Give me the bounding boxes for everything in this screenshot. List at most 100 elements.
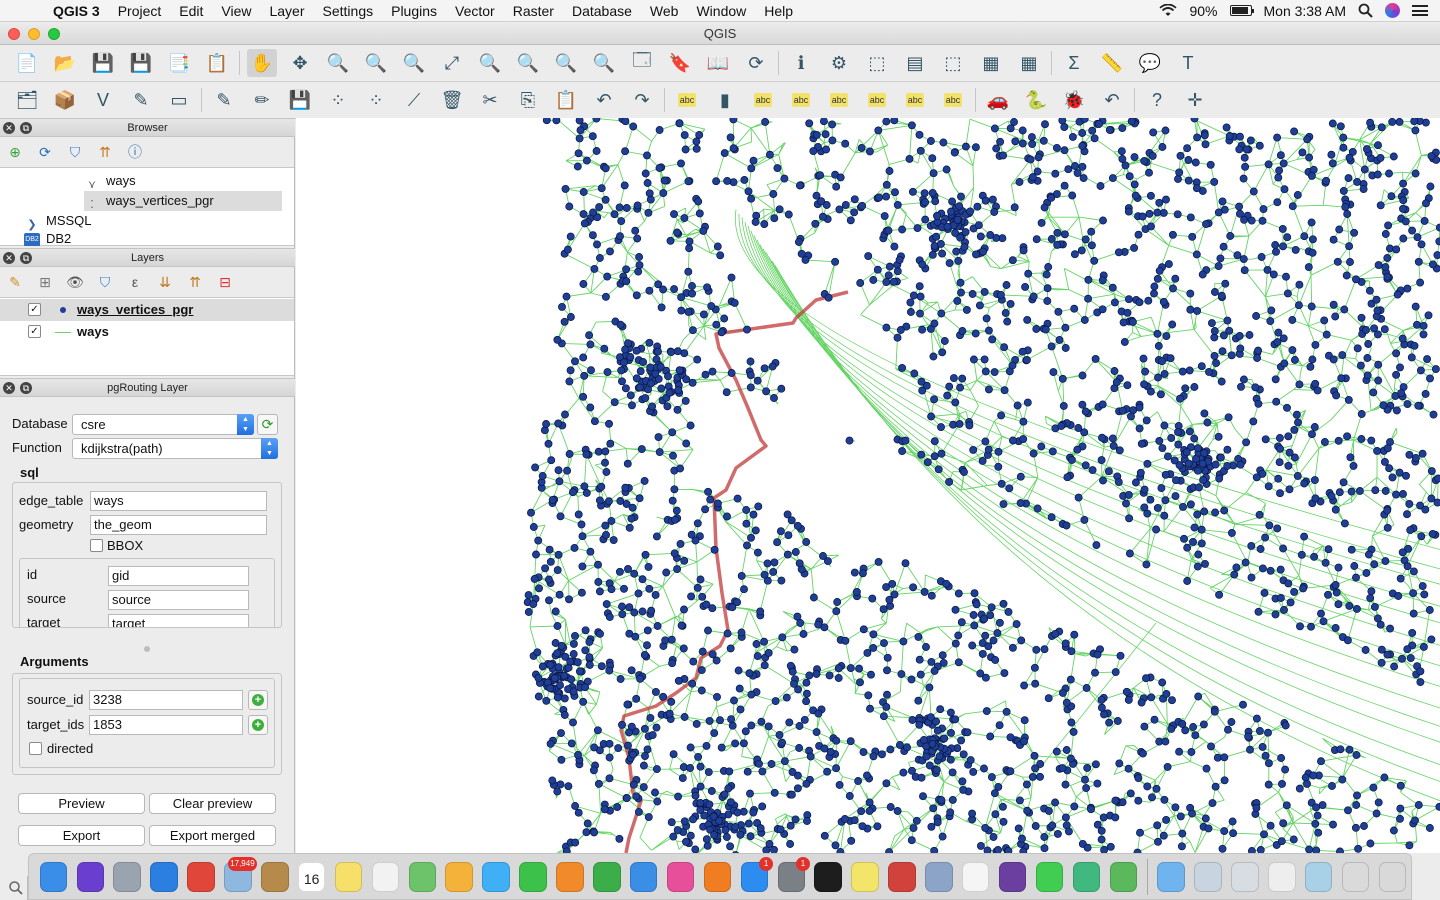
dock-github-desktop-icon[interactable] xyxy=(998,861,1027,892)
pick-source-button[interactable]: + xyxy=(248,690,268,710)
dock-textedit-icon[interactable] xyxy=(961,861,990,892)
close-panel-icon[interactable]: ✕ xyxy=(3,252,15,264)
dock-siri-icon[interactable] xyxy=(76,861,105,892)
menu-layer[interactable]: Layer xyxy=(260,0,313,22)
save-project-button[interactable]: 💾 xyxy=(88,49,118,77)
menu-window[interactable]: Window xyxy=(687,0,755,22)
menu-plugins[interactable]: Plugins xyxy=(382,0,446,22)
layer-row-ways[interactable]: ✓ ways xyxy=(0,321,294,343)
export-button[interactable]: Export xyxy=(18,825,145,846)
layer-visibility-checkbox[interactable]: ✓ xyxy=(28,325,41,338)
new-geopackage-layer-button[interactable]: 📦 xyxy=(50,86,80,114)
zoom-to-layer-button[interactable]: 🔍 xyxy=(513,49,543,77)
dock-finder-icon[interactable] xyxy=(39,861,68,892)
dock-messages-icon[interactable] xyxy=(482,861,510,892)
dock-chrome-icon[interactable] xyxy=(187,861,215,892)
target-input[interactable]: target xyxy=(108,614,249,627)
float-panel-icon[interactable]: ⧉ xyxy=(20,122,32,134)
plugin-undo-button[interactable]: ↶ xyxy=(1097,86,1127,114)
add-selected-layers-icon[interactable]: ⊕ xyxy=(4,141,26,163)
dock-notefile-icon[interactable] xyxy=(261,861,289,892)
digitize-line-button[interactable]: ✎ xyxy=(126,86,156,114)
dock-keynote-icon[interactable] xyxy=(629,861,658,892)
browser-item-db2[interactable]: DB2 DB2 xyxy=(24,230,224,246)
dock-stickies-icon[interactable] xyxy=(851,861,879,892)
help-contents-button[interactable]: ? xyxy=(1142,86,1172,114)
label-tool-button[interactable]: abc xyxy=(672,86,702,114)
dock-folder-icon[interactable] xyxy=(1157,861,1185,892)
float-panel-icon[interactable]: ⧉ xyxy=(20,382,32,394)
menu-vector[interactable]: Vector xyxy=(446,0,504,22)
dock-calendar-icon[interactable]: 16 xyxy=(297,861,326,892)
menu-help[interactable]: Help xyxy=(755,0,802,22)
wifi-icon[interactable] xyxy=(1159,4,1178,17)
vertex-tool-button[interactable]: ⟋ xyxy=(399,86,429,114)
dock-pages-icon[interactable] xyxy=(556,861,584,892)
select-features-button[interactable]: ⬚ xyxy=(862,49,892,77)
action-button[interactable]: ⚙ xyxy=(824,49,854,77)
dock-system-preferences-icon[interactable]: 1 xyxy=(777,856,811,892)
map-tips-button[interactable]: 💬 xyxy=(1135,49,1165,77)
zoom-full-button[interactable]: ⤢ xyxy=(437,49,467,77)
layout-manager-button[interactable]: 📋 xyxy=(202,49,232,77)
battery-icon[interactable] xyxy=(1229,5,1254,16)
dock-maps-icon[interactable] xyxy=(408,861,437,892)
browser-item-mssql[interactable]: ❯ MSSQL xyxy=(24,211,224,231)
diagram-tool-button[interactable]: ▮ xyxy=(710,86,740,114)
dock-numbers-icon[interactable] xyxy=(593,861,621,892)
float-panel-icon[interactable]: ⧉ xyxy=(20,252,32,264)
dock-qgis-icon[interactable] xyxy=(1109,861,1138,892)
close-window-button[interactable] xyxy=(8,28,20,40)
dock-itunes-icon[interactable] xyxy=(666,861,695,892)
zoom-window-button[interactable] xyxy=(48,28,60,40)
zoom-last-button[interactable]: 🔍 xyxy=(551,49,581,77)
dock-books-icon[interactable] xyxy=(703,861,732,892)
add-feature-button[interactable]: ⁘ xyxy=(323,86,353,114)
dock-downloads-stack-icon[interactable] xyxy=(1194,861,1222,892)
properties-info-icon[interactable]: ⓘ xyxy=(124,141,146,163)
dock-preview-icon[interactable] xyxy=(925,861,953,892)
select-by-value-button[interactable]: ▤ xyxy=(900,49,930,77)
locator-search-icon[interactable] xyxy=(8,880,24,896)
new-bookmark-button[interactable]: 🔖 xyxy=(665,49,695,77)
dock-trash-icon[interactable] xyxy=(1378,861,1407,892)
zoom-native-button[interactable]: 🔍 xyxy=(399,49,429,77)
clock[interactable]: Mon 3:38 AM xyxy=(1264,3,1347,19)
menu-project[interactable]: Project xyxy=(109,0,171,22)
menu-database[interactable]: Database xyxy=(563,0,641,22)
collapse-all-icon[interactable]: ⇈ xyxy=(94,141,116,163)
close-panel-icon[interactable]: ✕ xyxy=(3,382,15,394)
layer-visibility-checkbox[interactable]: ✓ xyxy=(28,303,41,316)
geometry-input[interactable]: the_geom xyxy=(90,515,267,535)
coordinate-capture-button[interactable]: ✛ xyxy=(1180,86,1210,114)
dock-photos-icon[interactable] xyxy=(445,861,473,892)
layer-styling-icon[interactable]: ✎ xyxy=(4,271,26,293)
target-ids-input[interactable]: 1853 xyxy=(89,715,243,735)
menu-edit[interactable]: Edit xyxy=(170,0,212,22)
zoom-next-button[interactable]: 🔍 xyxy=(589,49,619,77)
python-console-button[interactable]: 🐍 xyxy=(1021,86,1051,114)
clear-preview-button[interactable]: Clear preview xyxy=(149,793,276,814)
move-label-button[interactable]: abc xyxy=(862,86,892,114)
pgrouting-plugin-button[interactable]: 🚗 xyxy=(983,86,1013,114)
paste-features-button[interactable]: 📋 xyxy=(551,86,581,114)
filter-by-expression-icon[interactable]: ε xyxy=(124,271,146,293)
redo-button[interactable]: ↷ xyxy=(627,86,657,114)
dock-notes-icon[interactable] xyxy=(334,861,363,892)
notification-center-icon[interactable] xyxy=(1412,5,1428,16)
dock-window-stack-icon[interactable] xyxy=(1341,861,1370,892)
dock-app-store-icon[interactable]: 1 xyxy=(740,856,774,892)
app-menu[interactable]: QGIS 3 xyxy=(44,0,109,22)
menu-raster[interactable]: Raster xyxy=(504,0,563,22)
pan-map-button[interactable]: ✋ xyxy=(247,49,277,77)
dock-terminal-icon[interactable] xyxy=(814,861,842,892)
preview-button[interactable]: Preview xyxy=(18,793,145,814)
export-merged-button[interactable]: Export merged xyxy=(149,825,276,846)
temporary-layer-button[interactable]: ▭ xyxy=(164,86,194,114)
menu-settings[interactable]: Settings xyxy=(314,0,383,22)
show-bookmarks-button[interactable]: 📖 xyxy=(703,49,733,77)
bbox-checkbox[interactable] xyxy=(90,539,103,552)
change-label-button[interactable]: abc xyxy=(938,86,968,114)
dock-mail-preview-icon[interactable]: 17,949 xyxy=(224,856,257,892)
data-source-manager-button[interactable]: 🗂 xyxy=(12,86,42,114)
